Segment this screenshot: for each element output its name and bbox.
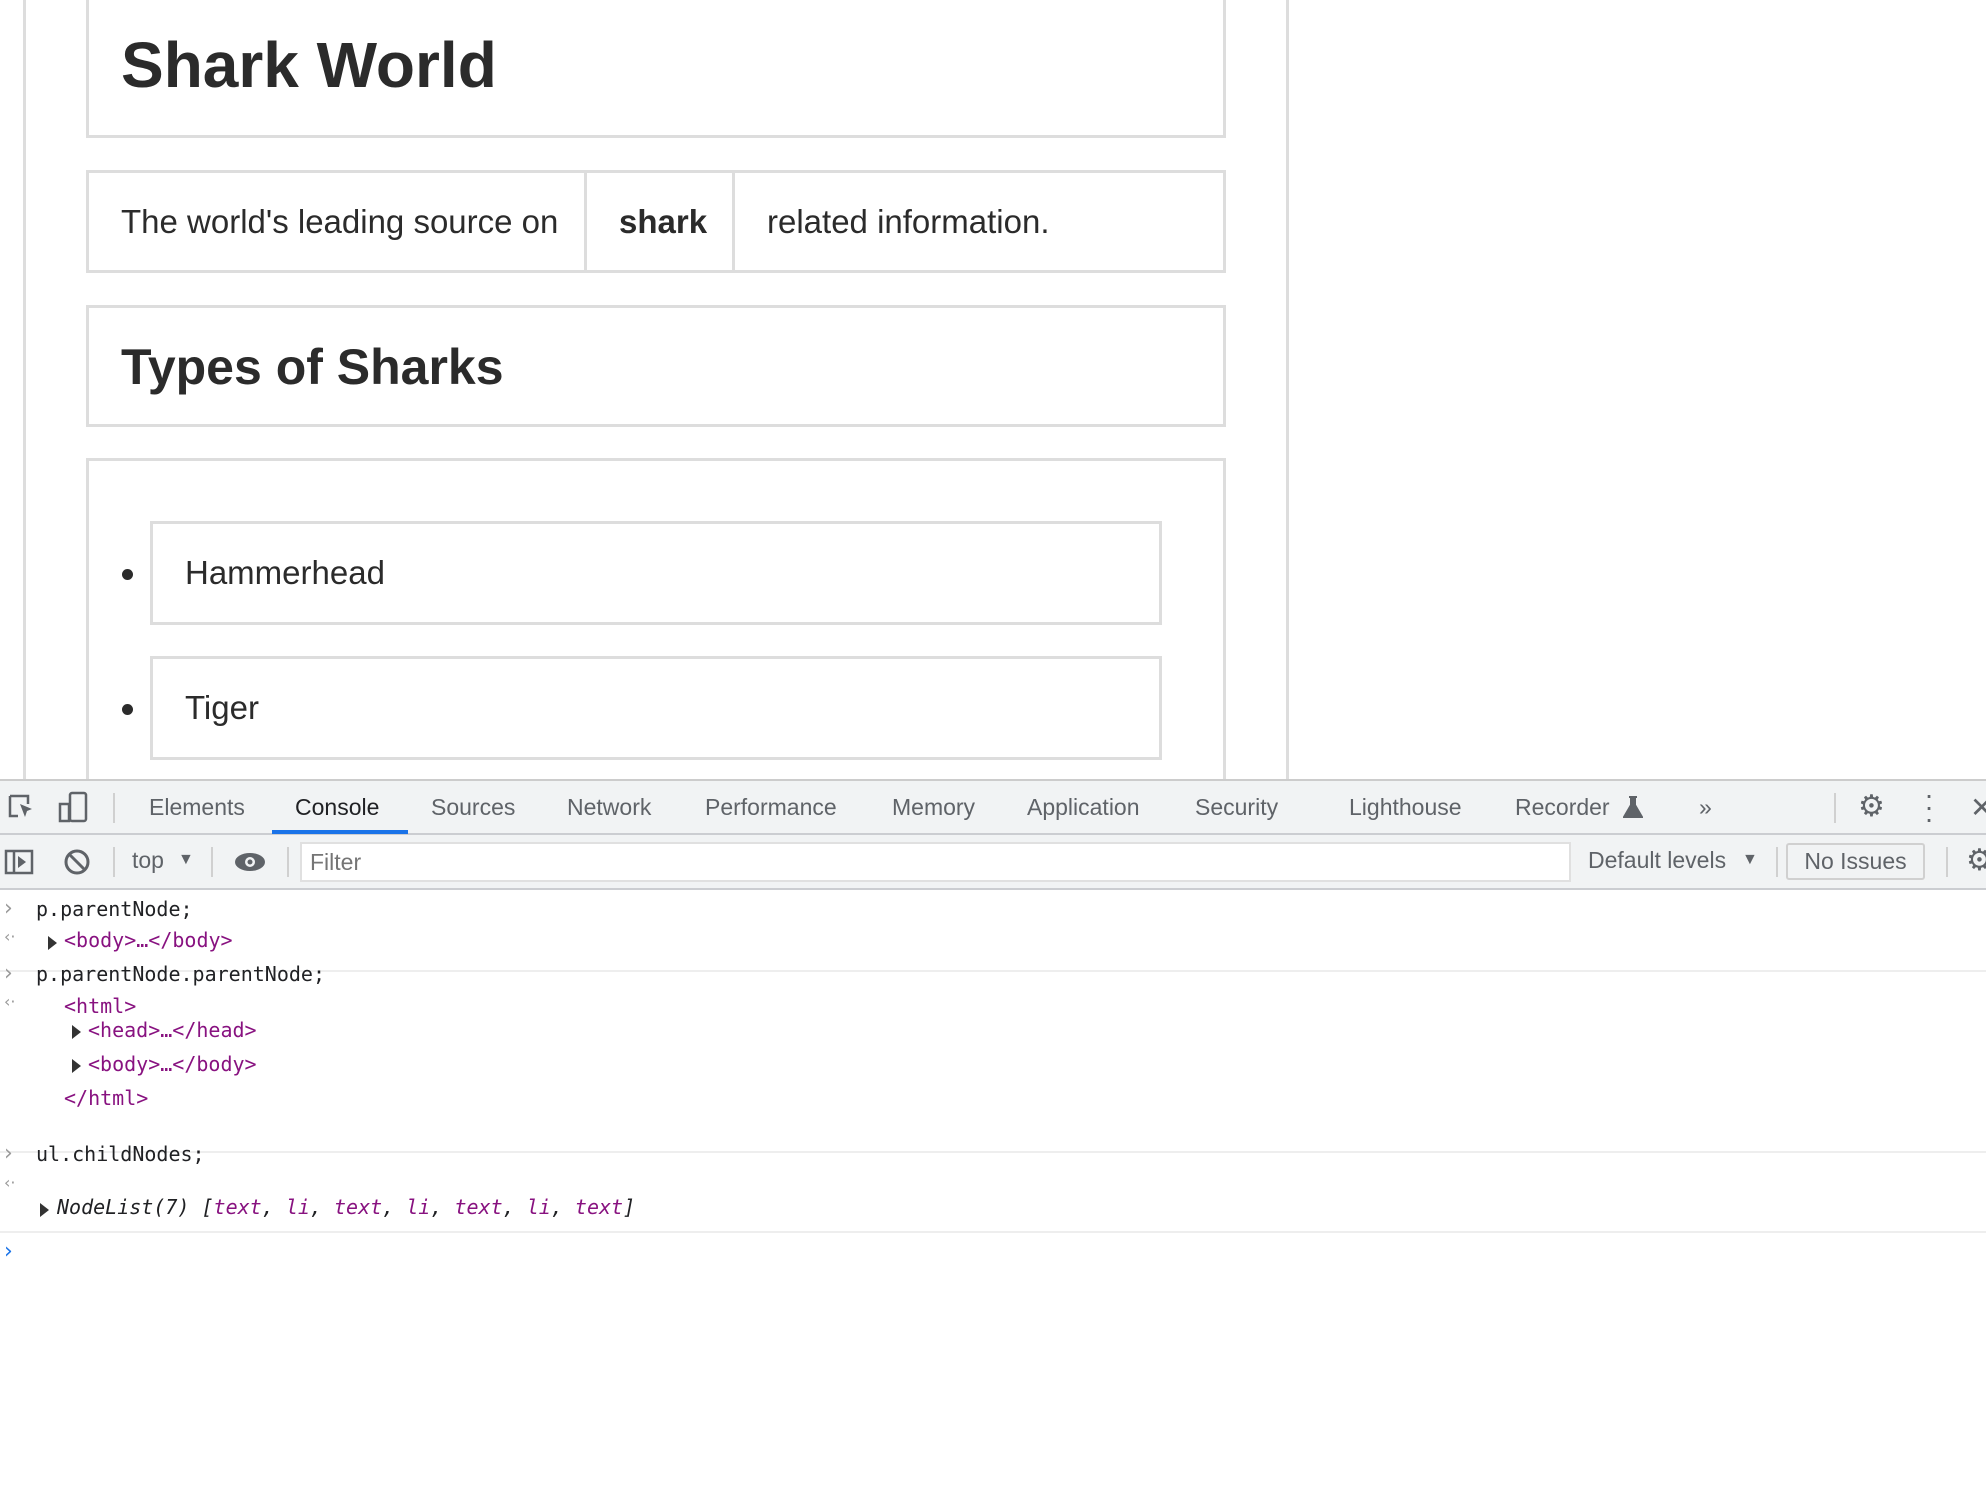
console-input: p.parentNode; — [36, 897, 193, 921]
chevron-down-icon: ▼ — [178, 851, 194, 868]
expand-triangle-icon[interactable] — [72, 1059, 81, 1073]
node-item: li — [406, 1195, 431, 1219]
input-prompt-icon: › — [4, 896, 13, 921]
output-arrow-icon: ‹· — [4, 992, 16, 1011]
divider — [1776, 847, 1778, 877]
tab-performance[interactable]: Performance — [705, 781, 837, 833]
filter-input[interactable] — [300, 842, 1571, 882]
divider — [0, 1151, 1986, 1153]
console-toolbar: top ▼ Default levels ▼ No Issues ⚙ — [0, 835, 1986, 890]
node-item: li — [285, 1195, 310, 1219]
input-prompt-icon: › — [4, 961, 13, 986]
console-input: p.parentNode.parentNode; — [36, 962, 325, 986]
page-title: Shark World — [121, 29, 497, 101]
section-box: Types of Sharks — [86, 305, 1226, 427]
console-output[interactable]: </html> — [64, 1086, 148, 1110]
console-settings-gear-icon[interactable]: ⚙ — [1966, 843, 1986, 878]
tab-recorder[interactable]: Recorder — [1515, 781, 1610, 833]
chevron-down-icon: ▼ — [1742, 851, 1758, 868]
node-item: text — [454, 1195, 503, 1219]
settings-gear-icon[interactable]: ⚙ — [1858, 789, 1885, 824]
experiment-flask-icon — [1623, 796, 1643, 818]
console-output[interactable]: <html> — [64, 994, 136, 1018]
bullet — [122, 569, 133, 580]
expand-triangle-icon[interactable] — [40, 1203, 49, 1217]
tab-security[interactable]: Security — [1195, 781, 1278, 833]
tab-memory[interactable]: Memory — [892, 781, 975, 833]
node-item: text — [334, 1195, 383, 1219]
web-page: Shark World The world's leading source o… — [0, 0, 1986, 779]
tagline-part-1: The world's leading source on — [86, 170, 587, 273]
log-levels-dropdown[interactable]: Default levels — [1588, 847, 1726, 874]
clear-console-icon[interactable] — [63, 848, 91, 876]
expand-triangle-icon[interactable] — [48, 936, 57, 950]
tagline-part-2: shark — [584, 170, 735, 273]
tab-network[interactable]: Network — [567, 781, 651, 833]
list-item: Tiger — [150, 656, 1162, 760]
list-item: Hammerhead — [150, 521, 1162, 625]
page-border-left — [23, 0, 26, 779]
sidebar-toggle-icon[interactable] — [4, 849, 34, 875]
nodelist-output[interactable]: NodeList(7) [text, li, text, li, text, l… — [57, 1195, 635, 1219]
divider — [211, 847, 213, 877]
title-box: Shark World — [86, 0, 1226, 138]
output-arrow-icon: ‹· — [4, 1173, 16, 1192]
section-heading: Types of Sharks — [121, 339, 504, 395]
tab-application[interactable]: Application — [1027, 781, 1140, 833]
tagline-part-3: related information. — [732, 170, 1226, 273]
node-item: li — [526, 1195, 551, 1219]
divider — [113, 793, 115, 823]
console-prompt-input[interactable] — [30, 1237, 1970, 1271]
node-item: text — [574, 1195, 624, 1219]
tab-sources[interactable]: Sources — [431, 781, 515, 833]
close-devtools-icon[interactable]: ✕ — [1970, 791, 1986, 824]
page-border-right — [1286, 0, 1289, 779]
divider — [287, 847, 289, 877]
console-prompt-icon: › — [4, 1239, 13, 1264]
devtools-tab-bar: Elements Console Sources Network Perform… — [0, 781, 1986, 835]
console-output[interactable]: <body>…</body> — [88, 1052, 257, 1076]
context-selector[interactable]: top — [132, 847, 164, 874]
tab-console[interactable]: Console — [295, 781, 379, 833]
divider — [1946, 847, 1948, 877]
nodelist-suffix: ] — [623, 1195, 636, 1219]
divider — [1834, 793, 1836, 823]
live-expression-eye-icon[interactable] — [233, 851, 267, 873]
divider — [113, 847, 115, 877]
output-arrow-icon: ‹· — [4, 927, 16, 946]
bullet — [122, 704, 133, 715]
console-output[interactable]: <head>…</head> — [88, 1018, 257, 1042]
devtools-panel: Elements Console Sources Network Perform… — [0, 779, 1986, 1496]
nodelist-prefix: NodeList(7) [ — [57, 1195, 214, 1219]
more-options-icon[interactable]: · · · — [1924, 781, 1934, 833]
issues-button[interactable]: No Issues — [1786, 843, 1925, 880]
node-item: text — [213, 1195, 262, 1219]
tab-lighthouse[interactable]: Lighthouse — [1349, 781, 1462, 833]
device-toolbar-icon[interactable] — [58, 791, 90, 825]
active-tab-indicator — [272, 830, 408, 834]
console-output[interactable]: <body>…</body> — [64, 928, 233, 952]
console-input: ul.childNodes; — [36, 1142, 205, 1166]
divider — [0, 1231, 1986, 1233]
expand-triangle-icon[interactable] — [72, 1025, 81, 1039]
tab-elements[interactable]: Elements — [149, 781, 245, 833]
more-tabs-button[interactable]: » — [1699, 781, 1712, 833]
input-prompt-icon: › — [4, 1141, 13, 1166]
inspect-element-icon[interactable] — [8, 794, 36, 822]
